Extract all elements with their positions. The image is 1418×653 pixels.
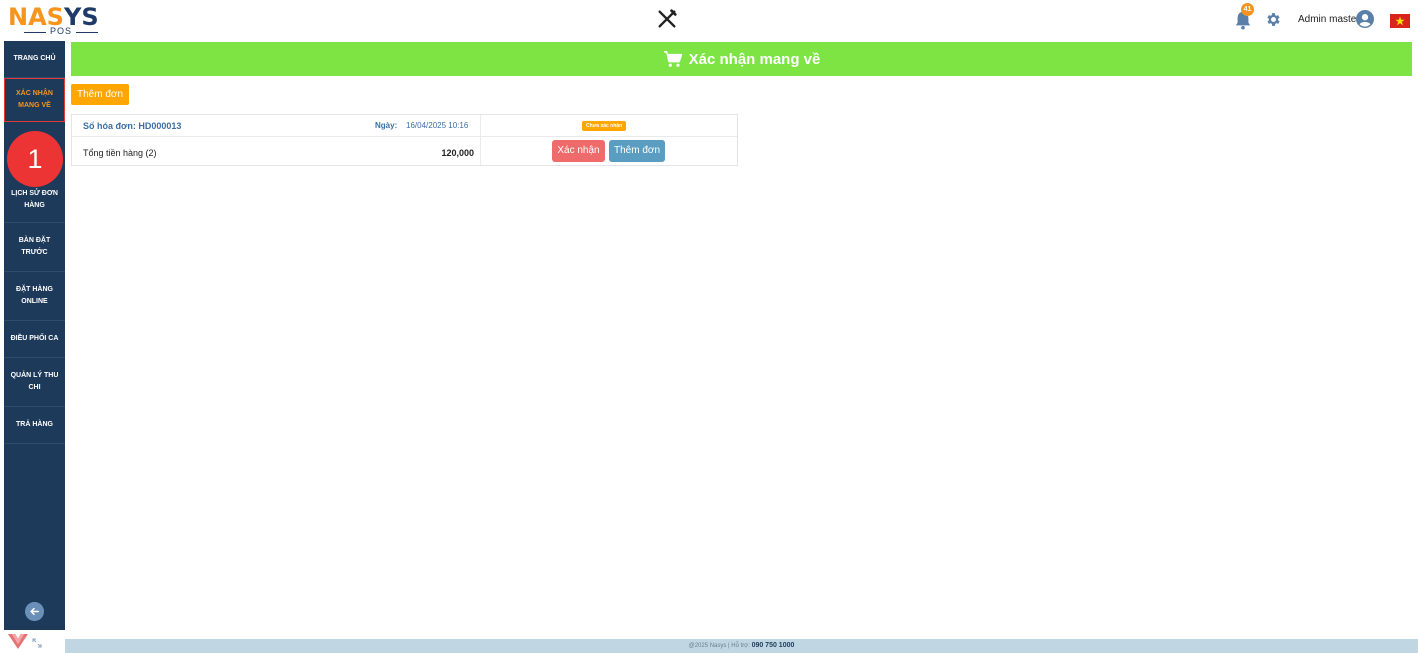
footer-copyright: @2025 Nasys | Hỗ trợ: xyxy=(688,643,750,649)
footer-phone[interactable]: 090 750 1000 xyxy=(752,642,795,649)
logo-pos: POS xyxy=(23,26,99,36)
add-to-order-button[interactable]: Thêm đơn xyxy=(609,140,665,162)
vue-logo-icon[interactable] xyxy=(8,633,28,649)
sidebar-item-label: ĐẶT HÀNG ONLINE xyxy=(16,286,53,305)
order-total-label: Tổng tiền hàng (2) xyxy=(83,148,157,158)
cart-icon xyxy=(663,51,682,67)
logo-na: NA xyxy=(8,3,47,31)
sidebar-item-reserved-tables[interactable]: BÀN ĐẶT TRƯỚC xyxy=(4,223,65,272)
sidebar-item-label: QUẢN LÝ THU CHI xyxy=(10,372,59,391)
order-date-label: Ngày: xyxy=(375,121,398,130)
utensils-icon[interactable] xyxy=(656,8,678,30)
sidebar-item-income-expense[interactable]: QUẢN LÝ THU CHI xyxy=(4,358,65,407)
top-header: NASYS POS 41 Admin master xyxy=(0,0,1418,40)
footer: @2025 Nasys | Hỗ trợ: 090 750 1000 xyxy=(65,639,1418,653)
order-card-divider xyxy=(480,115,481,165)
sidebar-item-label: XÁC NHẬN MANG VỀ xyxy=(16,90,53,109)
expand-icon[interactable] xyxy=(32,638,42,648)
sidebar-item-takeaway-confirm[interactable]: XÁC NHẬN MANG VỀ xyxy=(4,78,65,122)
status-badge: Chưa xác nhận xyxy=(582,121,627,131)
gear-icon[interactable] xyxy=(1265,11,1282,28)
step-number-badge: 1 xyxy=(7,131,63,187)
sidebar-item-label: LỊCH SỬ ĐƠN HÀNG xyxy=(11,189,58,209)
confirm-order-button[interactable]: Xác nhận xyxy=(552,140,605,162)
sidebar-item-home[interactable]: TRANG CHỦ xyxy=(4,41,65,78)
order-id: Số hóa đơn: HD000013 xyxy=(83,121,182,131)
vietnam-flag-icon[interactable] xyxy=(1390,14,1410,28)
sidebar-item-returns[interactable]: TRẢ HÀNG xyxy=(4,407,65,444)
add-order-button[interactable]: Thêm đơn xyxy=(71,84,130,105)
order-date: 16/04/2025 10:16 xyxy=(406,121,469,130)
sidebar-item-online-orders[interactable]: ĐẶT HÀNG ONLINE xyxy=(4,272,65,321)
order-card: Số hóa đơn: HD000013 Ngày: 16/04/2025 10… xyxy=(71,114,738,166)
sidebar-item-label: TRANG CHỦ xyxy=(13,55,56,62)
notification-badge: 41 xyxy=(1241,3,1254,16)
sidebar-item-label: ĐIỀU PHỐI CA xyxy=(10,335,59,342)
user-avatar-icon[interactable] xyxy=(1356,10,1374,28)
sidebar-item-shift-dispatch[interactable]: ĐIỀU PHỐI CA xyxy=(4,321,65,358)
back-arrow-icon[interactable] xyxy=(25,602,44,621)
sidebar-item-label: BÀN ĐẶT TRƯỚC xyxy=(18,237,51,256)
sidebar-item-label: TRẢ HÀNG xyxy=(16,421,53,428)
page-title-bar: Xác nhận mang về xyxy=(71,42,1412,76)
nasys-logo[interactable]: NASYS POS xyxy=(8,4,108,36)
order-total: 120,000 xyxy=(441,148,474,158)
user-name[interactable]: Admin master xyxy=(1298,14,1360,25)
page-title: Xác nhận mang về xyxy=(688,50,821,68)
